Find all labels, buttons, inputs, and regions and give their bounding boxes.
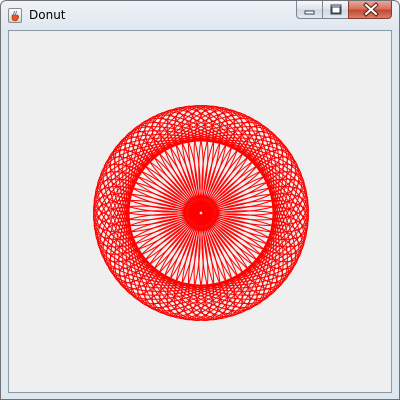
title-bar[interactable]: Donut <box>1 1 399 29</box>
minimize-icon <box>304 10 315 15</box>
window-title: Donut <box>29 8 66 22</box>
window-controls <box>296 1 392 20</box>
minimize-button[interactable] <box>296 1 322 19</box>
donut-drawing <box>93 105 309 321</box>
content-panel <box>8 30 392 393</box>
app-window: Donut <box>0 0 400 400</box>
close-button[interactable] <box>348 1 392 19</box>
donut-ellipses <box>93 105 309 321</box>
maximize-button[interactable] <box>322 1 348 19</box>
maximize-icon <box>330 4 342 15</box>
java-cup-icon[interactable] <box>8 8 22 23</box>
close-icon <box>363 2 379 17</box>
